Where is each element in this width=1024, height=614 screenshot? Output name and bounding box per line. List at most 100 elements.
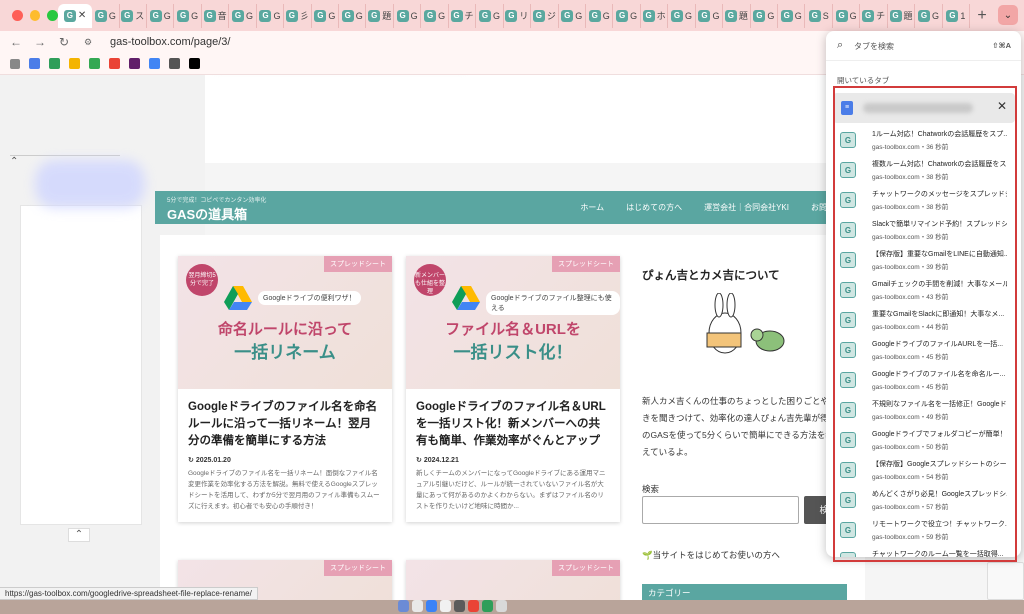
x-icon[interactable]	[189, 58, 200, 69]
browser-tab[interactable]: G ✕	[58, 3, 93, 28]
google-drive-icon[interactable]	[69, 58, 80, 69]
nav-home[interactable]: ホーム	[580, 202, 604, 213]
bookmark-icon[interactable]	[149, 58, 160, 69]
chevron-up-icon[interactable]: ⌃	[68, 528, 90, 542]
open-tab-item[interactable]: G 複数ルーム対応！Chatworkの会話履歴をス... gas-toolbox.c…	[833, 155, 1015, 185]
dock-app-icon[interactable]	[482, 600, 493, 612]
browser-tab[interactable]: Gリ	[504, 3, 532, 28]
open-tab-title: チャットワークのメッセージをスプレッドシ...	[872, 191, 1007, 198]
article-thumbnail[interactable]: スプレッドシート 翌月締切5分で完了 Googleドライブの便利ワザ！ 命名ルー…	[178, 256, 392, 389]
browser-tab[interactable]: G音	[202, 3, 230, 28]
open-tab-item[interactable]: G GoogleドライブのファイルAURLを一括... gas-toolbox.co…	[833, 335, 1015, 365]
browser-tab[interactable]: GG	[668, 3, 696, 28]
bookmark-icon[interactable]	[169, 58, 180, 69]
article-card[interactable]: スプレッドシート 新メンバーも仕組を整理 Googleドライブのファイル整理にも…	[406, 256, 620, 522]
tab-search-icon[interactable]: ⌄	[998, 5, 1018, 25]
beginner-guide-link[interactable]: 🌱当サイトをはじめてお使いの方へ	[642, 549, 780, 561]
dock-app-icon[interactable]	[454, 600, 465, 612]
open-tab-item[interactable]: G Slackで簡単リマインド予約！スプレッドシ... gas-toolbox.co…	[833, 215, 1015, 245]
article-card[interactable]: スプレッドシート 翌月締切5分で完了 Googleドライブの便利ワザ！ 命名ルー…	[178, 256, 392, 522]
reload-icon[interactable]: ↻	[58, 35, 70, 49]
open-tab-item[interactable]: Gチャットワークのルーム一覧を一括取得...gas-toolbox.com・1 …	[833, 545, 1015, 557]
close-window-button[interactable]	[12, 10, 23, 21]
back-icon[interactable]: ←	[10, 35, 22, 49]
browser-tab[interactable]: GG	[339, 3, 367, 28]
open-tab-item[interactable]: G めんどくさがり必見！Googleスプレッドシ... gas-toolbox.co…	[833, 485, 1015, 515]
site-info-icon[interactable]: ⚙	[82, 37, 94, 48]
browser-tab[interactable]: GS	[805, 3, 833, 28]
maximize-window-button[interactable]	[47, 10, 59, 21]
browser-tab[interactable]: GG	[421, 3, 449, 28]
dock-app-icon[interactable]	[468, 600, 479, 612]
close-icon[interactable]: ✕	[997, 99, 1007, 113]
nav-beginners[interactable]: はじめての方へ	[626, 202, 682, 213]
browser-tab[interactable]: G題	[888, 3, 916, 28]
open-tab-item-current[interactable]: ≡ ✕	[833, 93, 1015, 123]
browser-tab[interactable]: G題	[366, 3, 394, 28]
browser-tab[interactable]: GG	[229, 3, 257, 28]
browser-tab[interactable]: G題	[723, 3, 751, 28]
browser-tab[interactable]: GG	[559, 3, 586, 28]
open-tab-item[interactable]: G 【保存版】重要なGmailをLINEに自動通知... gas-toolbox.c…	[833, 245, 1015, 275]
open-tab-item[interactable]: G Googleドライブでフォルダコピーが簡単！... gas-toolbox.co…	[833, 425, 1015, 455]
browser-tab[interactable]: GG	[586, 3, 614, 28]
browser-tab[interactable]: G彡	[284, 3, 312, 28]
nav-company[interactable]: 運営会社｜合同会社YKI	[704, 202, 789, 213]
dock-app-icon[interactable]	[412, 600, 423, 612]
article-thumbnail[interactable]: スプレッドシート 新メンバーも仕組を整理 Googleドライブのファイル整理にも…	[406, 256, 620, 389]
slack-icon[interactable]	[129, 58, 140, 69]
browser-tab[interactable]: Gホ	[641, 3, 669, 28]
browser-tab[interactable]: GG	[915, 3, 943, 28]
browser-tab[interactable]: GG	[174, 3, 202, 28]
browser-tab[interactable]: Gジ	[531, 3, 559, 28]
browser-tab[interactable]: GG	[147, 3, 175, 28]
bookmark-icon[interactable]	[29, 58, 40, 69]
browser-tab[interactable]: GG	[257, 3, 285, 28]
article-title[interactable]: Googleドライブのファイル名＆URLを一括リスト化！新メンバーへの共有も簡単…	[406, 389, 620, 454]
open-tab-item[interactable]: G Googleドライブのファイル名を命名ルー... gas-toolbox.com…	[833, 365, 1015, 395]
apps-icon[interactable]	[10, 58, 20, 69]
browser-tab[interactable]: GG	[476, 3, 504, 28]
browser-tab[interactable]: G1	[943, 3, 970, 28]
browser-tab[interactable]: GG	[751, 3, 779, 28]
dock-app-icon[interactable]	[496, 600, 507, 612]
forward-icon[interactable]: →	[34, 35, 46, 49]
browser-tab[interactable]: GG	[92, 3, 120, 28]
browser-tab[interactable]: GG	[613, 3, 641, 28]
tab-search-field[interactable]: ⌕ タブを検索 ⇧⌘A	[826, 31, 1021, 61]
browser-tab[interactable]: Gチ	[449, 3, 477, 28]
open-tab-item[interactable]: G Gmailチェックの手間を削減！大事なメール... gas-toolbox.co…	[833, 275, 1015, 305]
dock-app-icon[interactable]	[440, 600, 451, 612]
close-icon[interactable]: ✕	[78, 10, 86, 21]
dock-app-icon[interactable]	[426, 600, 437, 612]
finder-icon[interactable]	[398, 600, 409, 612]
recaptcha-badge[interactable]	[987, 562, 1024, 600]
open-tab-item[interactable]: G 【保存版】Googleスプレッドシートのシー... gas-toolbox.co…	[833, 455, 1015, 485]
open-tab-subtitle: gas-toolbox.com・39 秒前	[872, 264, 949, 271]
open-tab-item[interactable]: G 1ルーム対応！Chatworkの会話履歴をスプ... gas-toolbox.c…	[833, 125, 1015, 155]
browser-tab[interactable]: GG	[833, 3, 861, 28]
minimize-window-button[interactable]	[29, 10, 41, 21]
open-tab-item[interactable]: G 重要なGmailをSlackに即通知！大事なメ... gas-toolbox.c…	[833, 305, 1015, 335]
tab-favicon: G	[889, 9, 902, 22]
browser-tab[interactable]: Gス	[120, 3, 147, 28]
open-tab-item[interactable]: G チャットワークのメッセージをスプレッドシ... gas-toolbox.com・…	[833, 185, 1015, 215]
open-tab-item[interactable]: G リモートワークで役立つ！チャットワーク... gas-toolbox.com・5…	[833, 515, 1015, 545]
article-card[interactable]: スプレッドシート	[406, 560, 620, 600]
browser-tab[interactable]: Gチ	[860, 3, 888, 28]
category-label: スプレッドシート	[324, 256, 392, 272]
url-field[interactable]: gas-toolbox.com/page/3/	[110, 36, 230, 48]
category-label: スプレッドシート	[552, 560, 620, 576]
gmail-icon[interactable]	[109, 58, 120, 69]
browser-tab[interactable]: GG	[312, 3, 340, 28]
article-title[interactable]: Googleドライブのファイル名を命名ルールに沿って一括リネーム！翌月分の準備を…	[178, 389, 392, 454]
browser-tab[interactable]: GG	[394, 3, 422, 28]
site-search-input[interactable]	[642, 496, 799, 524]
bookmark-icon[interactable]	[89, 58, 100, 69]
site-logo[interactable]: GASの道具箱	[167, 204, 247, 223]
new-tab-button[interactable]: +	[970, 7, 994, 25]
browser-tab[interactable]: GG	[778, 3, 806, 28]
open-tab-item[interactable]: G 不規則なファイル名を一括修正！Googleド... gas-toolbox.co…	[833, 395, 1015, 425]
bookmark-icon[interactable]	[49, 58, 60, 69]
browser-tab[interactable]: GG	[696, 3, 724, 28]
